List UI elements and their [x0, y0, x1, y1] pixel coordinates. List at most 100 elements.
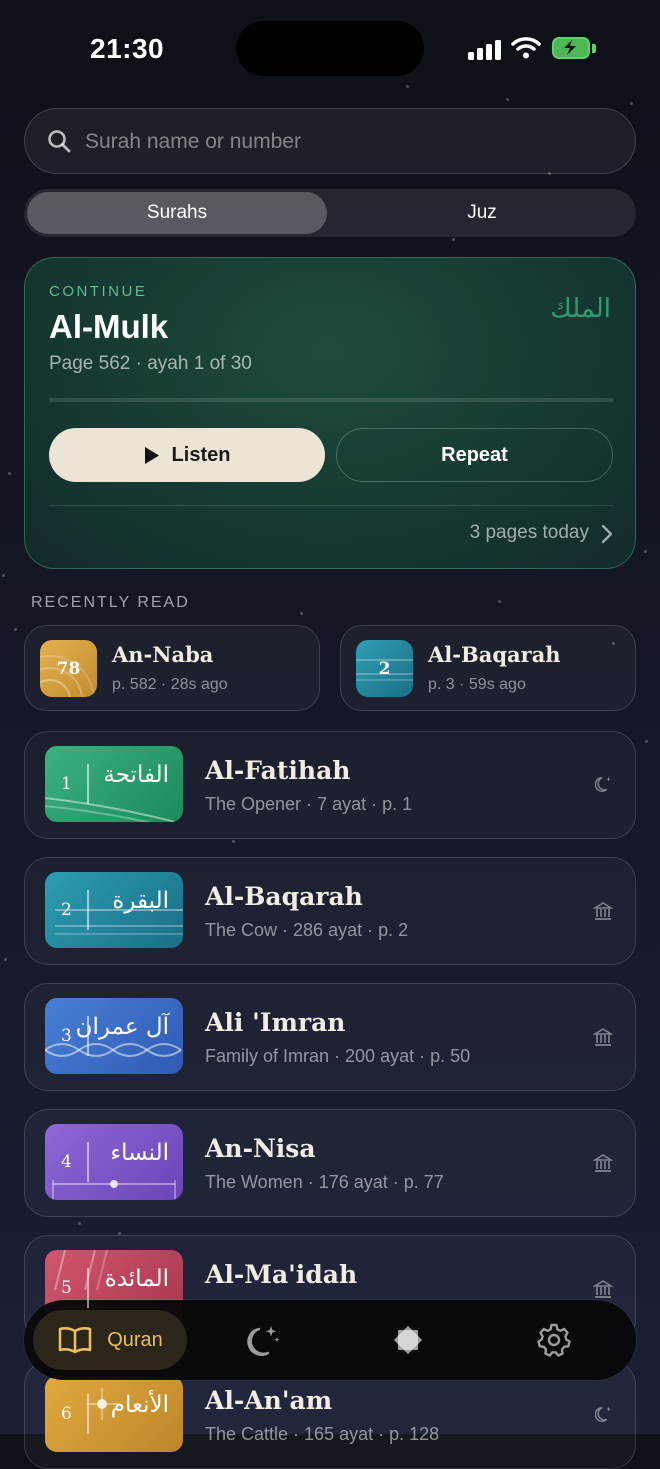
separator-dot: ·: [288, 1424, 305, 1444]
surah-title: Al-Baqarah: [205, 882, 363, 911]
recent-item-an-naba[interactable]: 78 An-Naba p. 582 · 28s ago: [24, 625, 320, 711]
surah-number: 2: [378, 658, 391, 679]
tab-quran[interactable]: Quran: [33, 1310, 187, 1370]
surah-row-al-baqarah[interactable]: 2 البقرة Al-Baqarah The Cow · 286 ayat ·…: [24, 857, 636, 965]
surah-arabic-name: النساء: [110, 1140, 169, 1166]
repeat-button-label: Repeat: [441, 443, 508, 466]
surah-thumbnail: 2 البقرة: [45, 872, 183, 948]
surah-page: p. 2: [378, 920, 409, 940]
tab-quran-label: Quran: [107, 1328, 163, 1351]
surah-page: p. 128: [389, 1424, 440, 1444]
surah-arabic-name: الأنعام: [110, 1392, 169, 1418]
repeat-button[interactable]: Repeat: [336, 428, 613, 482]
search-icon: [48, 130, 71, 153]
octagram-star-icon[interactable]: [390, 1322, 426, 1358]
search-bar[interactable]: [24, 108, 636, 174]
mosque-icon: [593, 1280, 613, 1298]
surah-ayat: 7 ayat: [317, 794, 367, 814]
surah-details: The Opener · 7 ayat · p. 1: [205, 794, 412, 815]
tab-surahs[interactable]: Surahs: [27, 192, 327, 234]
separator-dot: ·: [329, 1046, 346, 1066]
separator-dot: ·: [302, 1172, 319, 1192]
continue-surah-title: Al-Mulk: [49, 308, 169, 345]
moon-star-icon: [595, 1406, 611, 1422]
surah-number: 2: [61, 900, 72, 920]
surah-row-an-nisa[interactable]: 4 النساء An-Nisa The Women · 176 ayat · …: [24, 1109, 636, 1217]
surah-meaning: The Opener: [205, 794, 302, 814]
gear-icon[interactable]: [536, 1322, 572, 1358]
recent-item-title: An-Naba: [112, 642, 214, 667]
surah-page: p. 1: [382, 794, 413, 814]
surah-ayat: 165 ayat: [304, 1424, 374, 1444]
recent-item-subtitle: p. 582 · 28s ago: [112, 676, 228, 693]
surah-thumbnail: 2: [356, 640, 413, 697]
surah-details: The Cow · 286 ayat · p. 2: [205, 920, 408, 941]
recently-read-heading: RECENTLY READ: [31, 594, 190, 611]
surah-title: Al-Fatihah: [205, 756, 351, 785]
surah-number: 5: [61, 1278, 72, 1298]
surah-title: Ali 'Imran: [205, 1008, 346, 1037]
surah-thumbnail: 4 النساء: [45, 1124, 183, 1200]
continue-position: Page 562 · ayah 1 of 30: [49, 353, 252, 374]
battery-tip: [592, 44, 596, 53]
surah-meaning: The Cattle: [205, 1424, 289, 1444]
separator-dot: ·: [277, 920, 294, 940]
card-divider: [49, 505, 613, 506]
mosque-icon: [593, 1028, 613, 1046]
separator-dot: ·: [387, 1172, 404, 1192]
surah-arabic-name: البقرة: [112, 888, 169, 914]
mosque-icon: [593, 902, 613, 920]
listen-button[interactable]: Listen: [49, 428, 325, 482]
separator-dot: ·: [373, 1424, 390, 1444]
reading-progress-bar: [49, 398, 613, 402]
surah-thumbnail: 78: [40, 640, 97, 697]
mosque-icon: [593, 1154, 613, 1172]
surah-details: The Cattle · 165 ayat · p. 128: [205, 1424, 439, 1445]
play-icon: [144, 446, 159, 464]
thumb-divider: [87, 890, 89, 930]
moon-stars-icon[interactable]: [244, 1322, 282, 1360]
battery-icon: [552, 37, 590, 59]
segmented-control: Surahs Juz: [24, 189, 636, 237]
surah-thumbnail: 6 الأنعام: [45, 1376, 183, 1452]
surah-number: 4: [61, 1152, 72, 1172]
surah-number: 1: [61, 774, 72, 794]
thumb-divider: [87, 1268, 89, 1308]
cellular-signal-icon: [468, 38, 502, 60]
recent-item-al-baqarah[interactable]: 2 Al-Baqarah p. 3 · 59s ago: [340, 625, 636, 711]
continue-card[interactable]: CONTINUE Al-Mulk الملك Page 562 · ayah 1…: [24, 257, 636, 569]
bottom-tab-bar: Quran: [24, 1300, 636, 1380]
recent-item-title: Al-Baqarah: [428, 642, 561, 667]
tab-juz[interactable]: Juz: [332, 192, 632, 234]
dynamic-island: [236, 21, 424, 76]
surah-title: An-Nisa: [205, 1134, 316, 1163]
surah-row-al-fatihah[interactable]: 1 الفاتحة Al-Fatihah The Opener · 7 ayat…: [24, 731, 636, 839]
surah-title: Al-An'am: [205, 1386, 333, 1415]
surah-meaning: The Women: [205, 1172, 303, 1192]
surah-number: 78: [56, 658, 81, 679]
thumb-divider: [87, 1394, 89, 1434]
surah-number: 6: [61, 1404, 72, 1424]
moon-star-icon: [595, 776, 611, 792]
pages-today-link[interactable]: 3 pages today: [470, 522, 589, 544]
recent-item-subtitle: p. 3 · 59s ago: [428, 676, 526, 693]
search-input[interactable]: [83, 123, 607, 161]
surah-thumbnail: 1 الفاتحة: [45, 746, 183, 822]
surah-title: Al-Ma'idah: [205, 1260, 358, 1289]
surah-ayat: 200 ayat: [345, 1046, 415, 1066]
listen-button-label: Listen: [171, 443, 231, 466]
surah-row-ali-imran[interactable]: 3 آل عمران Ali 'Imran Family of Imran · …: [24, 983, 636, 1091]
separator-dot: ·: [301, 794, 318, 814]
chevron-right-icon[interactable]: [601, 524, 613, 544]
surah-arabic-name: الفاتحة: [103, 762, 169, 788]
separator-dot: ·: [362, 920, 379, 940]
wifi-icon: [511, 37, 541, 59]
surah-ayat: 176 ayat: [318, 1172, 388, 1192]
continue-label: CONTINUE: [49, 283, 148, 300]
thumb-divider: [87, 764, 89, 804]
surah-meaning: The Cow: [205, 920, 278, 940]
surah-ayat: 286 ayat: [293, 920, 363, 940]
surah-number: 3: [61, 1026, 72, 1046]
continue-surah-arabic: الملك: [550, 294, 611, 324]
surah-page: p. 77: [403, 1172, 444, 1192]
